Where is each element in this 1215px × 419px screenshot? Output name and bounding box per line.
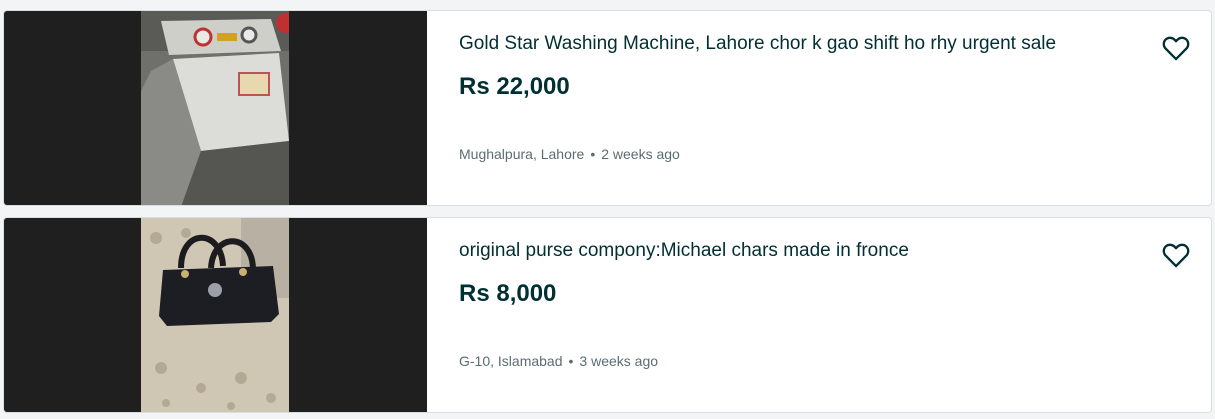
listing-meta: G-10, Islamabad • 3 weeks ago xyxy=(459,353,658,369)
listing-card[interactable]: original purse compony:Michael chars mad… xyxy=(3,217,1212,413)
purse-photo xyxy=(141,218,289,412)
heart-outline-icon xyxy=(1162,36,1190,61)
listing-location: G-10, Islamabad xyxy=(459,353,563,369)
listing-title[interactable]: original purse compony:Michael chars mad… xyxy=(459,240,909,262)
listing-price: Rs 22,000 xyxy=(459,73,570,100)
heart-outline-icon xyxy=(1162,243,1190,268)
listing-title[interactable]: Gold Star Washing Machine, Lahore chor k… xyxy=(459,33,1056,55)
listing-location: Mughalpura, Lahore xyxy=(459,146,585,162)
washing-machine-photo xyxy=(141,11,289,205)
listing-posted-time: 3 weeks ago xyxy=(579,353,659,369)
listing-thumbnail[interactable] xyxy=(4,11,427,205)
favorite-button[interactable] xyxy=(1161,33,1191,63)
listing-card[interactable]: Gold Star Washing Machine, Lahore chor k… xyxy=(3,10,1212,206)
listing-info: original purse compony:Michael chars mad… xyxy=(427,218,1211,412)
listing-posted-time: 2 weeks ago xyxy=(601,146,680,162)
listing-meta: Mughalpura, Lahore • 2 weeks ago xyxy=(459,146,680,162)
favorite-button[interactable] xyxy=(1161,240,1191,270)
listing-info: Gold Star Washing Machine, Lahore chor k… xyxy=(427,11,1211,205)
listing-list: Gold Star Washing Machine, Lahore chor k… xyxy=(0,0,1215,419)
meta-separator: • xyxy=(590,146,596,162)
listing-price: Rs 8,000 xyxy=(459,280,557,307)
meta-separator: • xyxy=(568,353,574,369)
listing-thumbnail[interactable] xyxy=(4,218,427,412)
